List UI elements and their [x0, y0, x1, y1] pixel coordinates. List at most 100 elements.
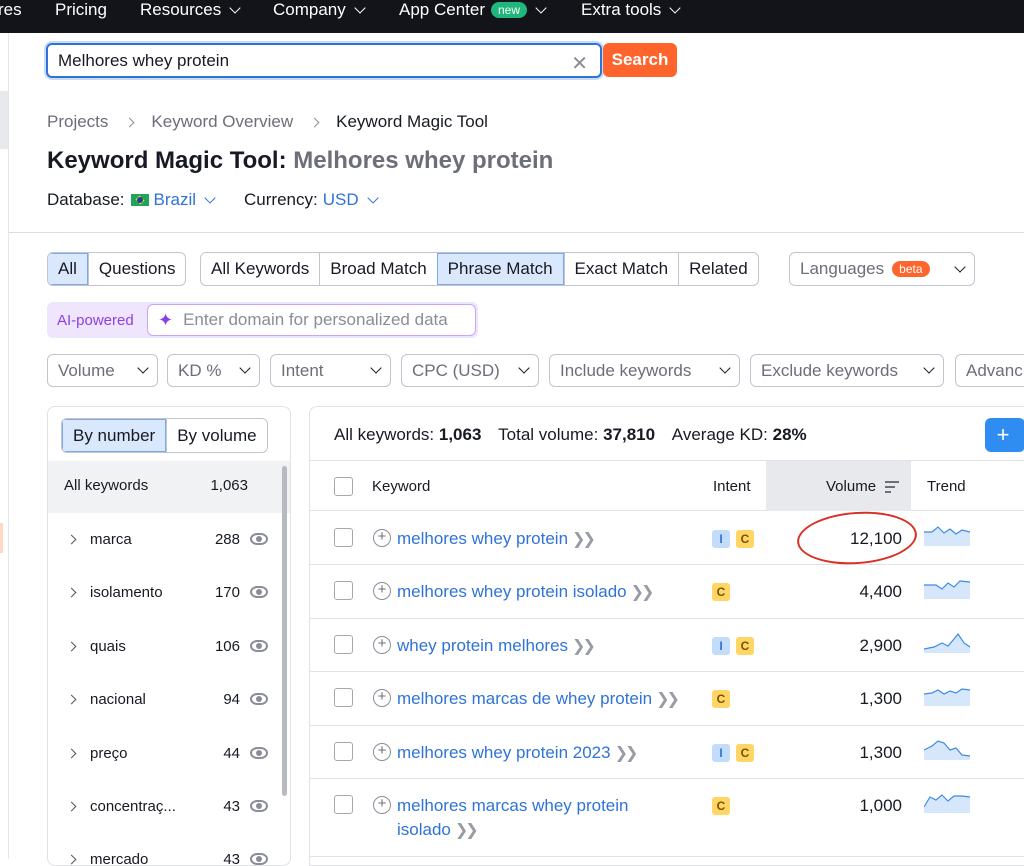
table-row: + melhores whey protein ❯❯ I C 12,100 — [310, 512, 1024, 565]
eye-icon[interactable] — [250, 533, 268, 545]
header-intent[interactable]: Intent — [713, 478, 751, 495]
double-chevron-icon[interactable]: ❯❯ — [656, 691, 680, 708]
search-button[interactable]: Search — [603, 43, 677, 77]
chevron-down-icon — [954, 260, 966, 273]
eye-icon[interactable] — [250, 693, 268, 705]
chevron-right-icon[interactable] — [66, 694, 77, 705]
languages-dropdown[interactable]: Languages beta — [789, 252, 975, 286]
row-checkbox[interactable] — [334, 528, 353, 547]
intent-informational-badge: I — [712, 530, 730, 548]
add-keyword-icon[interactable]: + — [373, 529, 391, 547]
group-item[interactable]: mercado 43 — [48, 834, 284, 865]
group-sort-toggle: By number By volume — [61, 418, 268, 453]
filter-volume[interactable]: Volume — [47, 354, 158, 387]
add-keyword-icon[interactable]: + — [373, 743, 391, 761]
group-item[interactable]: quais 106 — [48, 621, 284, 674]
tab-phrase-match[interactable]: Phrase Match — [436, 253, 564, 285]
chevron-right-icon[interactable] — [66, 641, 77, 652]
select-all-checkbox[interactable] — [334, 477, 353, 496]
row-checkbox[interactable] — [334, 688, 353, 707]
double-chevron-icon[interactable]: ❯❯ — [615, 745, 639, 762]
clear-icon[interactable]: ✕ — [571, 51, 588, 76]
filter-kd[interactable]: KD % — [167, 354, 260, 387]
keyword-link[interactable]: melhores marcas whey protein isolado ❯❯ — [397, 794, 628, 843]
eye-icon[interactable] — [250, 747, 268, 759]
sort-icon[interactable] — [885, 481, 899, 496]
group-item[interactable]: isolamento 170 — [48, 567, 284, 620]
header-keyword[interactable]: Keyword — [372, 478, 430, 495]
nav-item-app-center[interactable]: App Center new — [399, 0, 547, 20]
row-checkbox[interactable] — [334, 581, 353, 600]
chevron-right-icon[interactable] — [66, 854, 77, 865]
filter-include-keywords[interactable]: Include keywords — [549, 354, 740, 387]
add-keyword-icon[interactable]: + — [373, 582, 391, 600]
search-input[interactable] — [58, 50, 548, 71]
eye-icon[interactable] — [250, 800, 268, 812]
row-checkbox[interactable] — [334, 742, 353, 761]
chevron-right-icon[interactable] — [66, 534, 77, 545]
keyword-link[interactable]: melhores whey protein 2023 ❯❯ — [397, 741, 639, 766]
add-keyword-icon[interactable]: + — [373, 689, 391, 707]
filter-intent[interactable]: Intent — [270, 354, 391, 387]
tab-exact-match[interactable]: Exact Match — [563, 253, 679, 285]
keyword-link[interactable]: melhores whey protein isolado ❯❯ — [397, 580, 655, 605]
nav-item-resources[interactable]: Resources — [140, 0, 241, 20]
groups-scrollbar[interactable] — [282, 466, 287, 796]
group-name: marca — [90, 531, 132, 548]
double-chevron-icon[interactable]: ❯❯ — [572, 531, 596, 548]
tab-by-number[interactable]: By number — [62, 419, 167, 452]
header-trend[interactable]: Trend — [927, 478, 966, 495]
summary-all-value: 1,063 — [438, 425, 482, 444]
breadcrumb-keyword-overview[interactable]: Keyword Overview — [151, 112, 293, 132]
keyword-link[interactable]: melhores marcas de whey protein ❯❯ — [397, 687, 680, 712]
filter-exclude-keywords[interactable]: Exclude keywords — [750, 354, 944, 387]
currency-selector[interactable]: USD — [323, 190, 379, 210]
filter-cpc[interactable]: CPC (USD) — [401, 354, 539, 387]
currency-label: Currency: — [244, 190, 318, 209]
domain-input[interactable]: ✦ Enter domain for personalized data — [147, 304, 476, 336]
chevron-right-icon[interactable] — [66, 587, 77, 598]
nav-item-extra-tools[interactable]: Extra tools — [581, 0, 681, 20]
row-checkbox[interactable] — [334, 795, 353, 814]
eye-icon[interactable] — [250, 586, 268, 598]
add-keyword-icon[interactable]: + — [373, 636, 391, 654]
double-chevron-icon[interactable]: ❯❯ — [631, 584, 655, 601]
breadcrumb-projects[interactable]: Projects — [47, 112, 108, 132]
intent-informational-badge: I — [712, 744, 730, 762]
group-item[interactable]: nacional 94 — [48, 674, 284, 727]
group-all-count: 1,063 — [210, 477, 248, 494]
eye-icon[interactable] — [250, 853, 268, 865]
tab-all[interactable]: All — [48, 253, 88, 285]
chevron-right-icon[interactable] — [66, 748, 77, 759]
eye-icon[interactable] — [250, 640, 268, 652]
keyword-link[interactable]: melhores whey protein ❯❯ — [397, 527, 596, 552]
group-item[interactable]: preço 44 — [48, 728, 284, 781]
breadcrumb: Projects Keyword Overview Keyword Magic … — [47, 112, 488, 132]
group-item[interactable]: concentraç... 43 — [48, 781, 284, 834]
keyword-link[interactable]: whey protein melhores ❯❯ — [397, 634, 596, 659]
filter-advanced[interactable]: Advanc — [955, 354, 1024, 387]
nav-item-company[interactable]: Company — [273, 0, 366, 20]
chevron-right-icon[interactable] — [66, 801, 77, 812]
database-selector[interactable]: Brazil — [154, 190, 216, 210]
tab-questions[interactable]: Questions — [87, 253, 186, 285]
double-chevron-icon[interactable]: ❯❯ — [455, 822, 479, 839]
tab-all-keywords[interactable]: All Keywords — [201, 253, 319, 285]
group-item[interactable]: marca 288 — [48, 514, 284, 567]
tab-broad-match[interactable]: Broad Match — [319, 253, 436, 285]
trend-sparkline — [924, 740, 970, 760]
double-chevron-icon[interactable]: ❯❯ — [572, 638, 596, 655]
table-summary: All keywords: 1,063 Total volume: 37,810… — [334, 425, 807, 445]
add-keyword-icon[interactable]: + — [373, 796, 391, 814]
top-navigation: res Pricing Resources Company App Center… — [0, 0, 1024, 33]
tab-related[interactable]: Related — [678, 253, 758, 285]
group-name: concentraç... — [90, 798, 176, 815]
header-volume[interactable]: Volume — [826, 478, 876, 495]
group-all-keywords[interactable]: All keywords 1,063 — [48, 461, 290, 513]
sidebar-active-item[interactable] — [0, 91, 8, 149]
nav-item-features[interactable]: res — [0, 0, 22, 20]
nav-item-pricing[interactable]: Pricing — [55, 0, 107, 20]
tab-by-volume[interactable]: By volume — [166, 419, 266, 452]
add-to-list-button[interactable]: + — [985, 418, 1024, 452]
row-checkbox[interactable] — [334, 635, 353, 654]
